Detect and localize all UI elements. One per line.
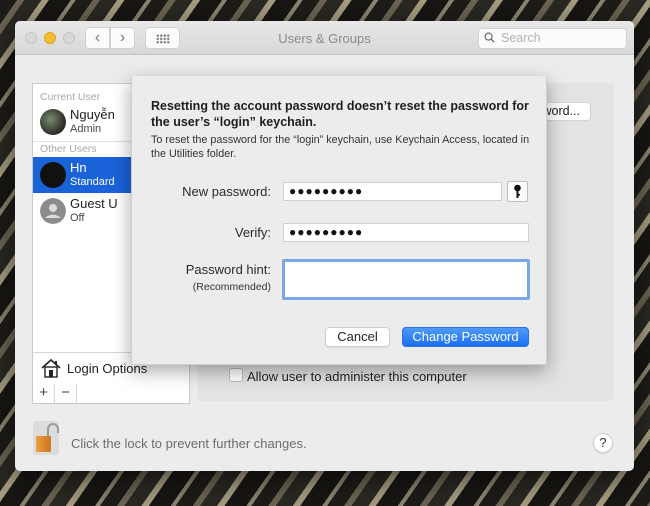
user-role: Admin xyxy=(70,123,102,135)
verify-label: Verify: xyxy=(234,225,271,240)
search-field[interactable]: Search xyxy=(478,28,627,49)
allow-admin-checkbox[interactable] xyxy=(229,368,243,382)
password-hint-label: Password hint: xyxy=(185,262,271,277)
lock-status-text: Click the lock to prevent further change… xyxy=(71,436,307,451)
key-icon xyxy=(514,184,521,198)
help-button[interactable]: ? xyxy=(593,433,613,453)
search-placeholder: Search xyxy=(501,31,541,45)
change-password-sheet: Resetting the account password doesn’t r… xyxy=(131,76,547,365)
password-hint-sublabel: (Recommended) xyxy=(192,281,271,293)
remove-user-button[interactable]: − xyxy=(55,384,77,403)
avatar xyxy=(40,162,66,188)
house-icon xyxy=(41,358,61,378)
cancel-button[interactable]: Cancel xyxy=(325,327,390,347)
add-user-button[interactable]: + xyxy=(33,384,55,403)
unlocked-lock-icon[interactable] xyxy=(33,421,59,455)
current-user-header: Current User xyxy=(40,91,101,103)
new-password-field[interactable]: ●●●●●●●●● xyxy=(283,182,502,201)
verify-password-field[interactable]: ●●●●●●●●● xyxy=(283,223,529,242)
titlebar: ‹ › Users & Groups Search xyxy=(15,21,634,55)
user-role: Off xyxy=(70,212,85,224)
password-hint-field[interactable] xyxy=(282,259,530,300)
sheet-title: Resetting the account password doesn’t r… xyxy=(151,99,529,129)
user-name: Nguyễn xyxy=(70,107,115,122)
search-icon xyxy=(484,32,495,43)
guest-avatar-icon xyxy=(40,198,66,224)
avatar xyxy=(40,109,66,135)
change-password-confirm-button[interactable]: Change Password xyxy=(402,327,529,347)
users-groups-window: ‹ › Users & Groups Search Current User N… xyxy=(15,21,634,471)
password-assistant-button[interactable] xyxy=(507,181,528,202)
sheet-description: To reset the password for the “login” ke… xyxy=(151,134,530,160)
other-users-header: Other Users xyxy=(40,143,97,155)
add-remove-bar: + − xyxy=(32,384,190,404)
user-role: Standard xyxy=(70,176,115,188)
allow-admin-label: Allow user to administer this computer xyxy=(247,369,467,384)
user-name: Hn xyxy=(70,160,87,175)
new-password-label: New password: xyxy=(182,184,271,199)
user-name: Guest U xyxy=(70,196,118,211)
